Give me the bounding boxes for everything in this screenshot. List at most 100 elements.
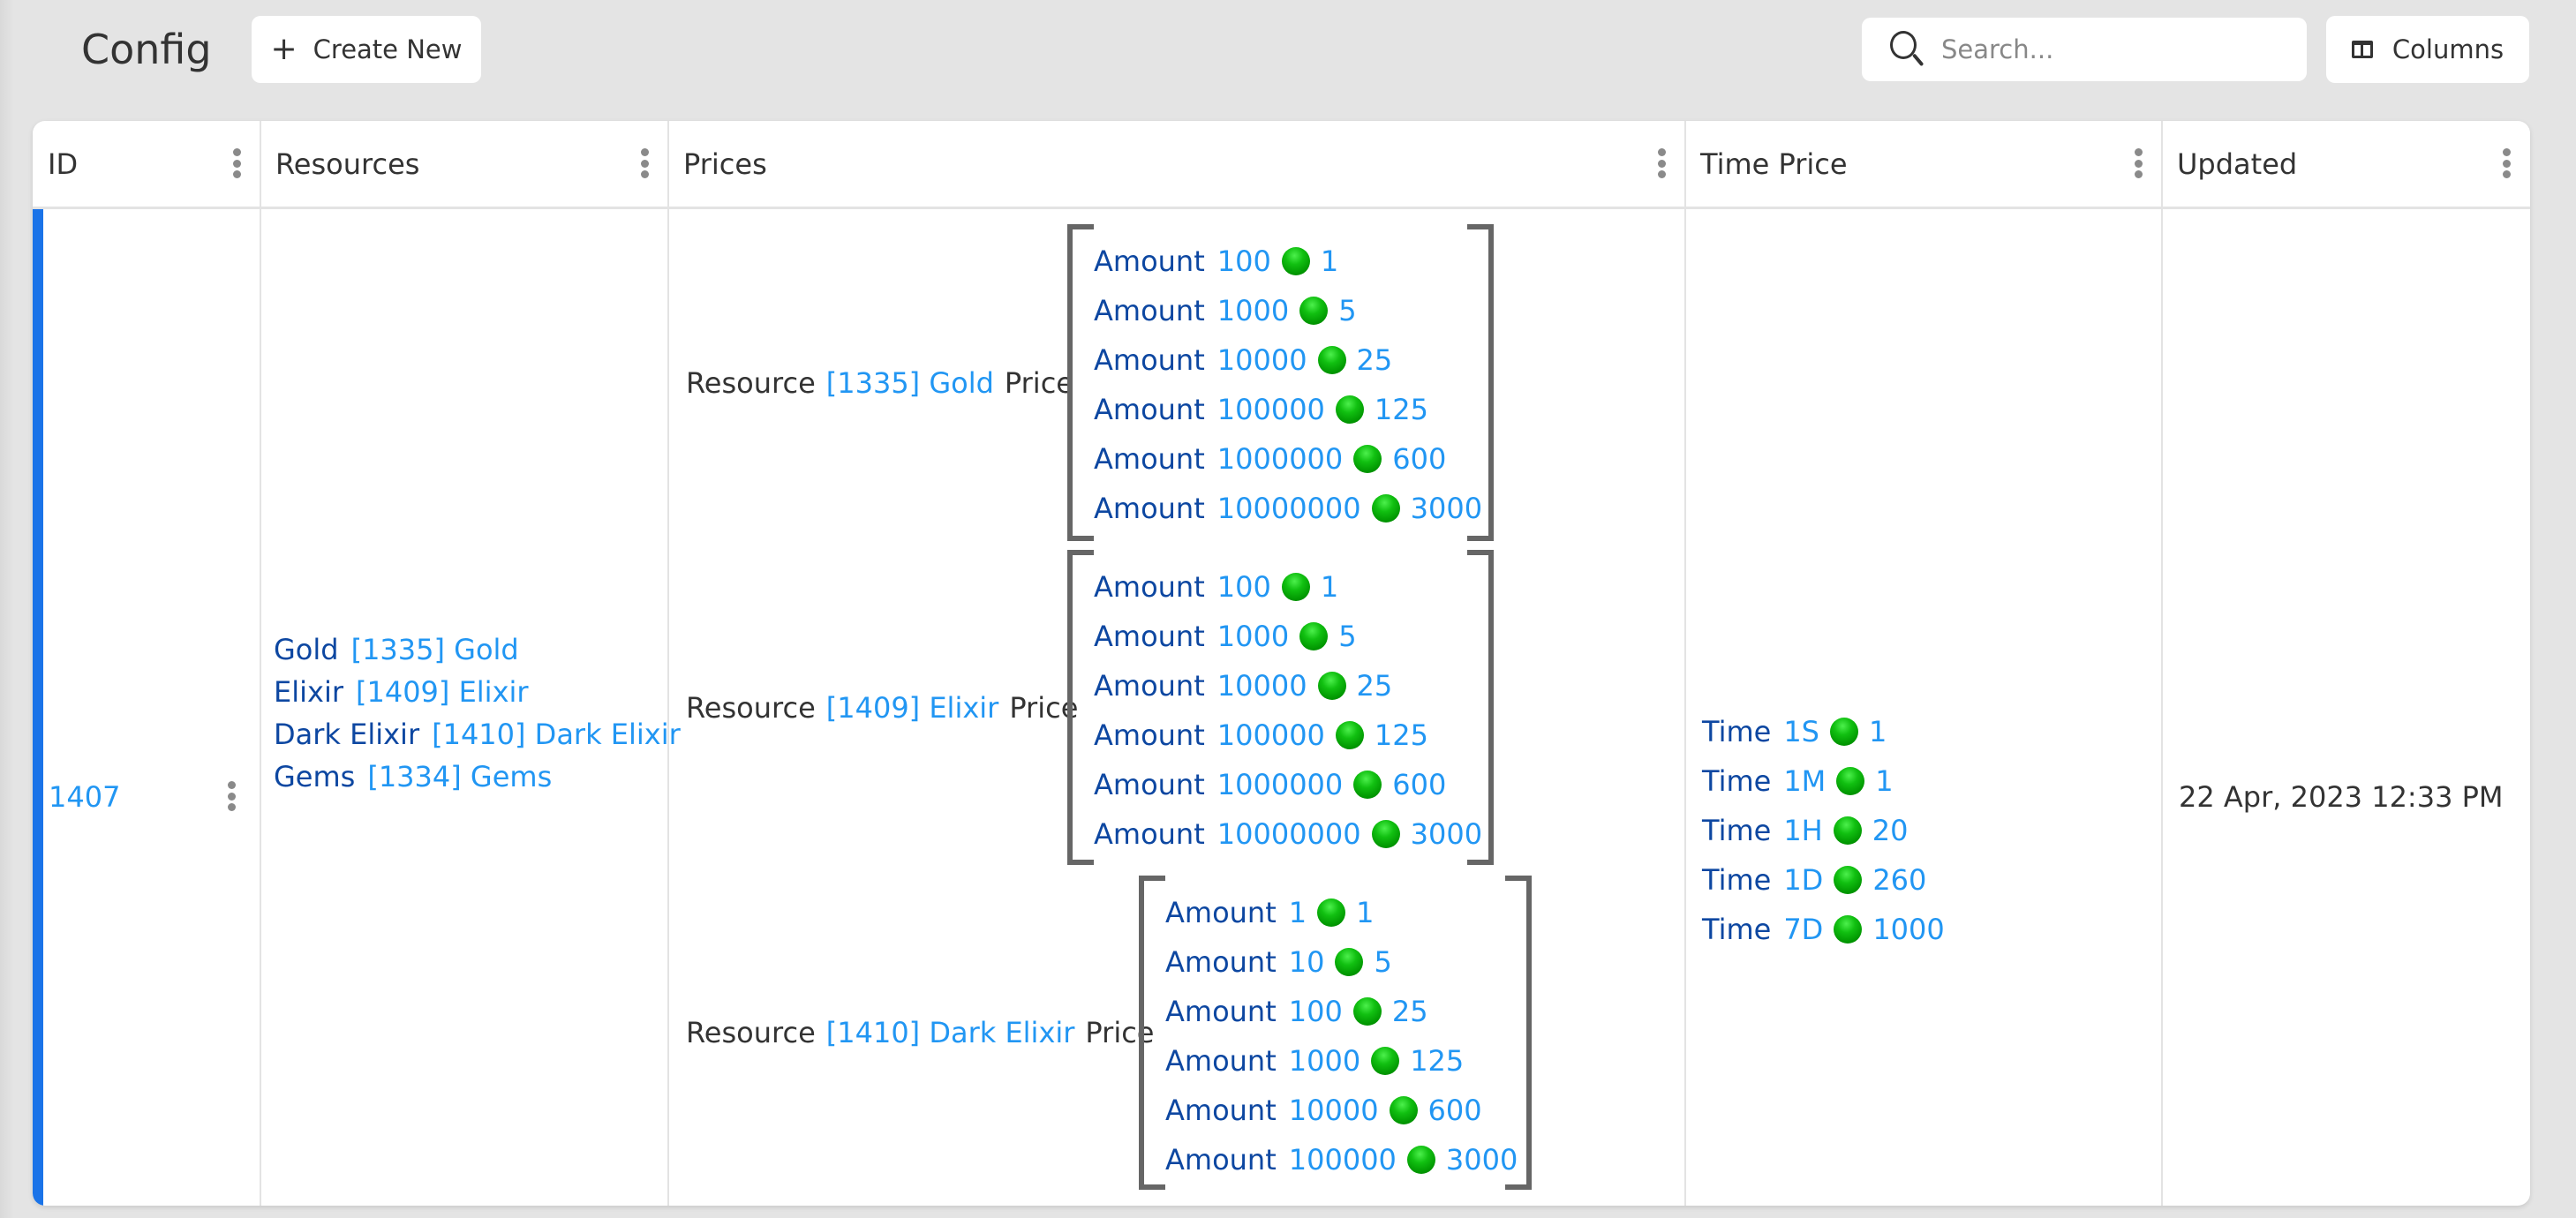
- amount-value: 100: [1216, 244, 1271, 278]
- bracket-left: [1067, 550, 1073, 865]
- cell-id[interactable]: 1407: [33, 209, 260, 1206]
- price-tier: Amount 100 1: [1094, 237, 1482, 286]
- time-value: 1H: [1783, 814, 1823, 847]
- amount-label: Amount: [1094, 768, 1205, 801]
- gem-icon: [1299, 297, 1329, 325]
- create-new-button[interactable]: + Create New: [252, 16, 481, 83]
- columns-button[interactable]: Columns: [2326, 16, 2529, 83]
- price-tier: Amount 100 1: [1094, 562, 1482, 612]
- amount-value: 10000000: [1216, 817, 1361, 851]
- resource-label: Resource: [686, 690, 816, 725]
- time-price-item: Time 1M 1: [1702, 756, 1945, 806]
- column-header-resources[interactable]: Resources: [260, 121, 668, 207]
- price-tier: Amount 1 1: [1165, 888, 1518, 937]
- column-menu-icon[interactable]: [2134, 148, 2143, 178]
- amount-value: 100000: [1288, 1143, 1397, 1177]
- resource-label: Resource: [686, 1016, 816, 1049]
- bracket-right: [1526, 876, 1532, 1190]
- record-id-link[interactable]: 1407: [49, 779, 120, 815]
- gem-icon: [1836, 767, 1865, 795]
- amount-value: 1000000: [1216, 768, 1344, 801]
- column-menu-icon[interactable]: [2502, 148, 2511, 178]
- gem-icon: [1335, 721, 1364, 749]
- gem-price: 5: [1338, 620, 1357, 653]
- amount-value: 10: [1288, 945, 1325, 979]
- view-columns-icon: [2351, 41, 2373, 58]
- amount-value: 10000: [1216, 669, 1307, 703]
- time-label: Time: [1702, 715, 1772, 748]
- resource-link[interactable]: [1334] Gems: [367, 760, 552, 793]
- amount-value: 1000: [1216, 620, 1290, 653]
- time-value: 1S: [1783, 715, 1819, 748]
- amount-value: 1: [1288, 896, 1307, 929]
- amount-label: Amount: [1094, 393, 1205, 426]
- amount-label: Amount: [1165, 995, 1277, 1028]
- time-price-item: Time 1H 20: [1702, 806, 1945, 855]
- search-input[interactable]: [1940, 34, 2296, 65]
- time-label: Time: [1702, 764, 1772, 798]
- price-tier-list: Amount 1 1 Amount 10 5 Amount 100 25 Amount 1000 12…: [1165, 888, 1518, 1184]
- column-header-label: Prices: [683, 147, 767, 181]
- plus-icon: +: [270, 31, 298, 67]
- search-box[interactable]: [1862, 18, 2307, 81]
- column-menu-icon[interactable]: [1657, 148, 1666, 178]
- price-tier: Amount 100000 125: [1094, 385, 1482, 434]
- column-menu-icon[interactable]: [640, 148, 649, 178]
- amount-label: Amount: [1094, 718, 1205, 752]
- resource-link[interactable]: [1409] Elixir: [356, 675, 529, 709]
- price-tier: Amount 10000 25: [1094, 661, 1482, 710]
- search-icon: [1888, 29, 1925, 70]
- column-header-id[interactable]: ID: [33, 121, 260, 207]
- row-menu-icon[interactable]: [227, 781, 236, 811]
- gem-icon: [1317, 346, 1346, 374]
- amount-label: Amount: [1165, 1143, 1277, 1177]
- gem-price: 1000: [1872, 913, 1945, 946]
- price-tier-list: Amount 100 1 Amount 1000 5 Amount 10000 25 Amount…: [1094, 237, 1482, 533]
- bracket-left: [1139, 876, 1144, 1190]
- amount-value: 100000: [1216, 718, 1325, 752]
- price-tier: Amount 10 5: [1165, 937, 1518, 987]
- column-header-updated[interactable]: Updated: [2162, 121, 2530, 207]
- gem-price: 25: [1391, 995, 1428, 1028]
- resource-link[interactable]: [1335] Gold: [826, 366, 994, 400]
- cell-prices: Resource [1335] Gold Price Amount 100 1 Amount…: [668, 209, 1685, 1206]
- resource-link[interactable]: [1409] Elixir: [826, 691, 999, 725]
- resource-link[interactable]: [1410] Dark Elixir: [826, 1016, 1075, 1049]
- price-resource-label: Resource [1335] Gold Price: [686, 365, 1073, 401]
- gem-icon: [1317, 672, 1346, 700]
- gem-icon: [1353, 771, 1382, 799]
- price-block: Resource [1335] Gold Price Amount 100 1 Amount…: [668, 224, 1685, 541]
- gem-price: 3000: [1410, 492, 1483, 525]
- column-menu-icon[interactable]: [232, 148, 241, 178]
- price-tier: Amount 1000000 600: [1094, 760, 1482, 809]
- price-tier: Amount 1000 125: [1165, 1036, 1518, 1086]
- price-tiers-bracket: Amount 100 1 Amount 1000 5 Amount 10000 25 Amount…: [1067, 550, 1494, 865]
- amount-label: Amount: [1094, 492, 1205, 525]
- bracket-right: [1488, 550, 1494, 865]
- gem-icon: [1335, 395, 1364, 424]
- gem-icon: [1281, 573, 1310, 601]
- gem-icon: [1299, 622, 1329, 650]
- resource-item: Dark Elixir [1410] Dark Elixir: [274, 713, 681, 756]
- gem-icon: [1406, 1146, 1435, 1174]
- price-tier: Amount 100 25: [1165, 987, 1518, 1036]
- price-tier: Amount 1000000 600: [1094, 434, 1482, 484]
- window-edge-shadow: [0, 0, 14, 1218]
- column-header-time-price[interactable]: Time Price: [1685, 121, 2162, 207]
- amount-value: 1000: [1288, 1044, 1361, 1078]
- resource-link[interactable]: [1335] Gold: [351, 633, 519, 666]
- price-tier: Amount 10000 25: [1094, 335, 1482, 385]
- amount-value: 10000: [1288, 1094, 1379, 1127]
- amount-value: 10000000: [1216, 492, 1361, 525]
- amount-label: Amount: [1094, 570, 1205, 604]
- resources-list: Gold [1335] Gold Elixir [1409] Elixir Dark…: [274, 628, 681, 798]
- cell-updated: 22 Apr, 2023 12:33 PM: [2162, 209, 2530, 1206]
- amount-value: 100: [1216, 570, 1271, 604]
- resource-link[interactable]: [1410] Dark Elixir: [432, 718, 681, 751]
- price-resource-label: Resource [1410] Dark Elixir Price: [686, 1015, 1154, 1050]
- amount-label: Amount: [1165, 945, 1277, 979]
- column-header-label: Updated: [2177, 147, 2298, 181]
- time-price-item: Time 1D 260: [1702, 855, 1945, 905]
- column-header-prices[interactable]: Prices: [668, 121, 1685, 207]
- resource-name: Elixir: [274, 675, 343, 709]
